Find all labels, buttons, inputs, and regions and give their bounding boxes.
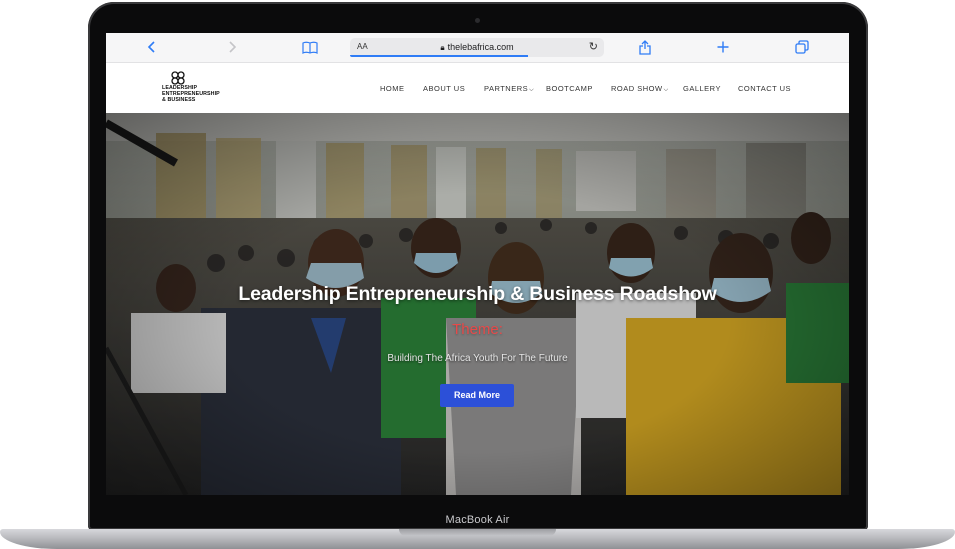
reload-icon[interactable]: ↻: [589, 40, 598, 53]
nav-bootcamp[interactable]: BOOTCAMP: [546, 84, 593, 93]
site-header: LEADERSHIP ENTREPRENEURSHIP & BUSINESS H…: [106, 63, 849, 113]
url-display[interactable]: 🔒︎ thelebafrica.com: [350, 42, 604, 53]
chevron-down-icon: ⌵: [529, 87, 535, 93]
tabs-icon[interactable]: [794, 39, 810, 55]
hero-subtitle: Building The Africa Youth For The Future: [387, 353, 568, 364]
hero-section: Leadership Entrepreneurship & Business R…: [106, 113, 849, 495]
read-more-button[interactable]: Read More: [440, 384, 514, 407]
lock-icon: 🔒︎: [440, 43, 445, 52]
nav-partners-label: PARTNERS: [484, 84, 529, 93]
url-text: thelebafrica.com: [447, 42, 514, 52]
hero-title: Leadership Entrepreneurship & Business R…: [238, 283, 717, 305]
nav-road-show[interactable]: ROAD SHOW⌵: [611, 84, 669, 94]
logo-mark-icon: [171, 71, 185, 85]
nav-road-show-label: ROAD SHOW: [611, 84, 663, 93]
nav-partners[interactable]: PARTNERS⌵: [484, 84, 534, 94]
nav-home[interactable]: HOME: [380, 84, 405, 93]
book-icon[interactable]: [302, 39, 318, 55]
address-bar[interactable]: AA 🔒︎ thelebafrica.com ↻: [350, 38, 604, 57]
chevron-down-icon: ⌵: [663, 87, 669, 93]
laptop-hinge-notch: [399, 529, 556, 536]
nav-contact-us[interactable]: CONTACT US: [738, 84, 791, 93]
laptop-model-label: MacBook Air: [445, 514, 510, 526]
chevron-left-icon[interactable]: [144, 39, 160, 55]
nav-gallery[interactable]: GALLERY: [683, 84, 721, 93]
browser-toolbar: AA 🔒︎ thelebafrica.com ↻: [106, 33, 849, 63]
browser-screen: AA 🔒︎ thelebafrica.com ↻ LEADERSHIP ENTR…: [106, 33, 849, 495]
share-icon[interactable]: [637, 39, 653, 55]
plus-icon[interactable]: [715, 39, 731, 55]
site-logo[interactable]: LEADERSHIP ENTREPRENEURSHIP & BUSINESS: [162, 70, 242, 106]
page-load-progress: [350, 55, 528, 57]
nav-about-us[interactable]: ABOUT US: [423, 84, 465, 93]
camera-icon: [475, 18, 480, 23]
logo-text: LEADERSHIP ENTREPRENEURSHIP & BUSINESS: [162, 85, 220, 103]
chevron-right-icon[interactable]: [224, 39, 240, 55]
hero-theme-label: Theme:: [452, 321, 503, 338]
